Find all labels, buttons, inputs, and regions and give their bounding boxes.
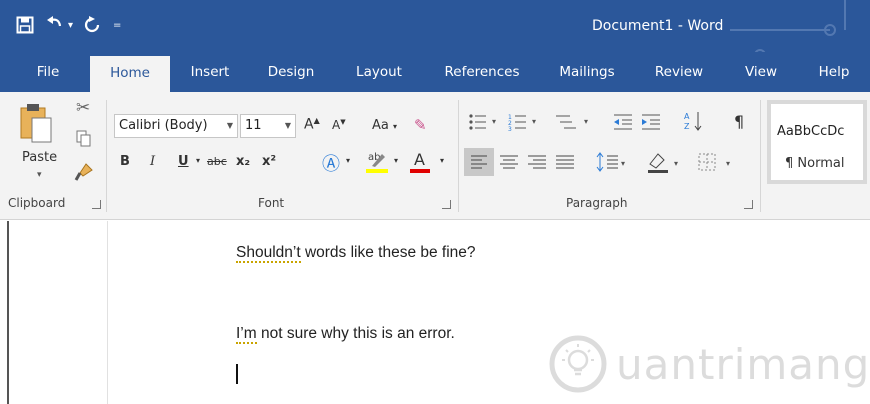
svg-text:Z: Z xyxy=(684,122,690,131)
font-group-label: Font xyxy=(258,196,285,210)
font-color-icon[interactable]: A xyxy=(410,148,432,178)
align-left-button[interactable] xyxy=(464,148,494,176)
paragraph-launcher-icon[interactable] xyxy=(744,200,753,209)
tab-insert[interactable]: Insert xyxy=(182,52,238,92)
undo-icon[interactable] xyxy=(44,14,66,36)
justify-icon[interactable] xyxy=(554,148,576,180)
tab-references[interactable]: References xyxy=(434,52,530,92)
svg-text:3: 3 xyxy=(508,126,512,132)
group-separator xyxy=(106,100,107,212)
svg-text:▾: ▾ xyxy=(674,159,678,168)
text-cursor xyxy=(236,364,238,384)
style-normal-label: ¶ Normal xyxy=(785,156,845,171)
font-size-value: 11 xyxy=(245,118,262,133)
text-effects-icon[interactable]: Ⓐ xyxy=(322,150,340,176)
shading-icon[interactable]: ▾ xyxy=(646,148,686,180)
tab-view[interactable]: View xyxy=(736,52,786,92)
quick-access-toolbar: ▾ = xyxy=(14,14,121,36)
strikethrough-button[interactable]: abc xyxy=(207,155,227,168)
paste-icon xyxy=(20,104,52,143)
numbering-icon[interactable]: 1 2 3 ▾ xyxy=(508,112,544,136)
paragraph-text: words like these be fine? xyxy=(300,244,476,261)
undo-dropdown-icon[interactable]: ▾ xyxy=(68,20,73,31)
tab-layout[interactable]: Layout xyxy=(346,52,412,92)
bullets-icon[interactable]: ▾ xyxy=(468,112,504,136)
sort-icon[interactable]: AZ xyxy=(684,110,704,136)
save-icon[interactable] xyxy=(14,14,36,36)
customize-qat-icon[interactable]: = xyxy=(113,20,121,31)
tab-file[interactable]: File xyxy=(26,52,70,92)
paragraph-text: not sure why this is an error. xyxy=(256,325,455,342)
style-sample-text: AaBbCcDc xyxy=(777,124,845,139)
decrease-indent-icon[interactable] xyxy=(612,112,634,136)
group-separator xyxy=(458,100,459,212)
window-left-edge xyxy=(7,221,9,404)
chevron-down-icon: ▼ xyxy=(284,121,291,130)
show-formatting-marks-icon[interactable]: ¶ xyxy=(734,112,744,131)
title-bar: ▾ = Document1 - Word xyxy=(0,0,870,81)
font-color-dropdown-icon[interactable]: ▾ xyxy=(440,156,444,165)
grow-font-icon[interactable]: A▲ xyxy=(304,116,320,133)
svg-text:▾: ▾ xyxy=(492,117,496,126)
multilevel-list-icon[interactable]: ▾ xyxy=(552,112,596,136)
underline-button[interactable]: U xyxy=(178,154,189,169)
align-right-icon[interactable] xyxy=(526,148,548,180)
group-separator xyxy=(760,100,761,212)
align-center-icon[interactable] xyxy=(498,148,520,180)
paragraph-group-label: Paragraph xyxy=(566,196,628,210)
svg-text:▾: ▾ xyxy=(726,159,730,168)
superscript-button[interactable]: x² xyxy=(262,154,276,169)
increase-indent-icon[interactable] xyxy=(640,112,662,136)
watermark-logo: uantrimang xyxy=(546,330,869,400)
grammar-flagged-word[interactable]: I’m xyxy=(236,325,257,344)
underline-dropdown-icon[interactable]: ▾ xyxy=(196,156,200,165)
style-normal[interactable]: AaBbCcDc ¶ Normal xyxy=(767,100,867,184)
text-effects-dropdown-icon[interactable]: ▾ xyxy=(346,156,350,165)
bold-button[interactable]: B xyxy=(120,154,130,169)
tab-review[interactable]: Review xyxy=(648,52,710,92)
paste-label[interactable]: Paste xyxy=(22,150,57,165)
italic-button[interactable]: I xyxy=(150,154,155,169)
watermark-text: uantrimang xyxy=(616,340,870,389)
change-case-button[interactable]: Aa ▾ xyxy=(372,118,397,133)
highlight-dropdown-icon[interactable]: ▾ xyxy=(394,156,398,165)
format-painter-icon[interactable] xyxy=(74,162,94,186)
ribbon-tabs: File Home Insert Design Layout Reference… xyxy=(0,52,870,92)
copy-icon[interactable] xyxy=(76,130,92,152)
svg-text:A: A xyxy=(414,150,425,169)
font-size-combo[interactable]: 11 ▼ xyxy=(240,114,296,138)
font-name-value: Calibri (Body) xyxy=(119,118,208,133)
lightbulb-logo-icon xyxy=(549,335,607,393)
tab-home[interactable]: Home xyxy=(90,56,170,92)
borders-icon[interactable]: ▾ xyxy=(696,148,740,180)
redo-icon[interactable] xyxy=(81,14,103,36)
tab-design[interactable]: Design xyxy=(260,52,322,92)
svg-text:A: A xyxy=(684,112,690,121)
font-launcher-icon[interactable] xyxy=(442,200,451,209)
font-name-combo[interactable]: Calibri (Body) ▼ xyxy=(114,114,238,138)
svg-text:▾: ▾ xyxy=(621,159,625,168)
ribbon: Paste ▾ ✂ Clipboard Calibri (Body) ▼ 11 … xyxy=(0,92,870,220)
tab-help[interactable]: Help xyxy=(808,52,860,92)
chevron-down-icon: ▼ xyxy=(226,121,233,130)
clipboard-group-label: Clipboard xyxy=(8,196,66,210)
svg-text:▾: ▾ xyxy=(584,117,588,126)
tab-mailings[interactable]: Mailings xyxy=(548,52,626,92)
grammar-flagged-word[interactable]: Shouldn’t xyxy=(236,244,301,263)
clipboard-launcher-icon[interactable] xyxy=(92,200,101,209)
window-title: Document1 - Word xyxy=(592,18,724,34)
subscript-button[interactable]: x₂ xyxy=(236,154,250,169)
left-margin xyxy=(0,221,108,404)
line-spacing-icon[interactable]: ▾ xyxy=(596,148,630,180)
paste-button[interactable] xyxy=(18,102,54,149)
shrink-font-icon[interactable]: A▼ xyxy=(332,118,346,132)
clear-formatting-icon[interactable]: ✎ xyxy=(414,116,427,134)
cut-icon[interactable]: ✂ xyxy=(76,98,90,118)
paste-dropdown-icon[interactable]: ▾ xyxy=(37,170,42,180)
document-paragraph-1[interactable]: Shouldn’t words like these be fine? xyxy=(236,244,476,263)
highlight-icon[interactable]: ab xyxy=(366,148,390,178)
document-paragraph-2[interactable]: I’m not sure why this is an error. xyxy=(236,325,455,344)
svg-text:▾: ▾ xyxy=(532,117,536,126)
